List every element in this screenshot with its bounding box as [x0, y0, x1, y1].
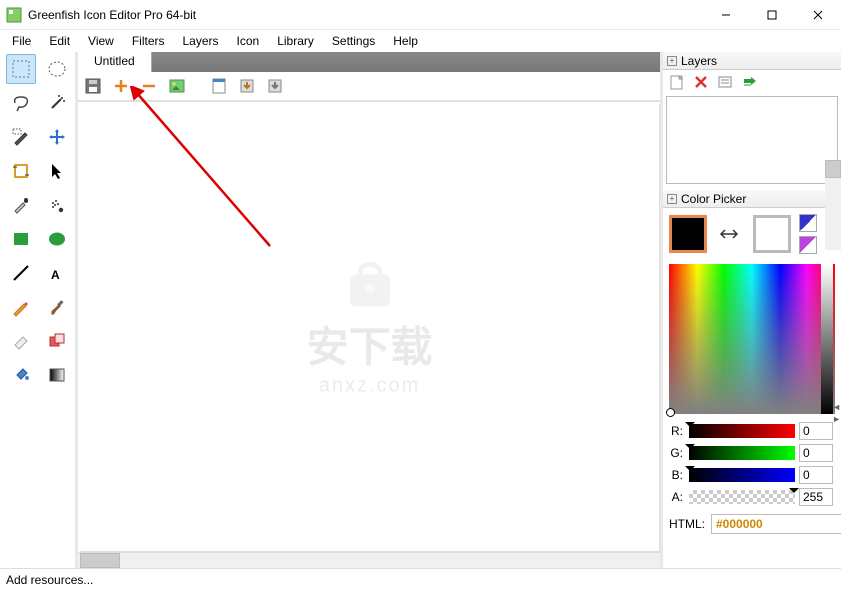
html-color-row: HTML: — [663, 510, 841, 538]
tool-spray[interactable] — [42, 190, 72, 220]
page-icon[interactable] — [208, 75, 230, 97]
layers-label: Layers — [681, 54, 717, 68]
green-value[interactable] — [799, 444, 833, 462]
app-icon — [6, 7, 22, 23]
hue-saturation-picker[interactable] — [669, 264, 835, 414]
value-gradient[interactable] — [821, 264, 833, 414]
r-label: R: — [669, 424, 685, 438]
tool-brush[interactable] — [42, 292, 72, 322]
status-text: Add resources... — [6, 573, 93, 587]
watermark: 安下载 anxz.com — [306, 258, 432, 397]
tool-eyedropper[interactable] — [6, 190, 36, 220]
canvas[interactable]: 安下载 anxz.com — [80, 104, 660, 552]
expander-icon[interactable]: ◄► — [832, 402, 841, 424]
expand-icon[interactable]: + — [667, 194, 677, 204]
minimize-button[interactable] — [703, 0, 749, 29]
remove-icon[interactable] — [138, 75, 160, 97]
layer-list[interactable] — [666, 96, 838, 184]
tool-fill[interactable] — [6, 360, 36, 390]
alpha-value[interactable] — [799, 488, 833, 506]
tool-lasso[interactable] — [6, 88, 36, 118]
tool-move[interactable] — [42, 122, 72, 152]
svg-text:A: A — [51, 268, 60, 282]
color-picker-label: Color Picker — [681, 192, 746, 206]
alt-colors-icon[interactable] — [799, 236, 817, 254]
side-panels: + Layers + Color Picker — [660, 52, 841, 568]
delete-layer-icon[interactable] — [693, 74, 709, 93]
expand-icon[interactable]: + — [667, 56, 677, 66]
tool-rect[interactable] — [6, 224, 36, 254]
menu-file[interactable]: File — [4, 32, 39, 50]
menu-library[interactable]: Library — [269, 32, 322, 50]
tool-palette: A — [0, 52, 78, 568]
menu-settings[interactable]: Settings — [324, 32, 383, 50]
green-slider[interactable] — [689, 446, 795, 460]
rgba-sliders: R: G: B: A: — [663, 418, 841, 510]
menubar: File Edit View Filters Layers Icon Libra… — [0, 30, 841, 52]
horizontal-scrollbar[interactable] — [78, 552, 660, 568]
layer-toolbar — [663, 70, 841, 96]
red-value[interactable] — [799, 422, 833, 440]
tool-ellipse[interactable] — [42, 224, 72, 254]
menu-help[interactable]: Help — [385, 32, 426, 50]
tool-pencil[interactable] — [6, 292, 36, 322]
export-all-icon[interactable] — [264, 75, 286, 97]
menu-view[interactable]: View — [80, 32, 122, 50]
swap-colors-icon[interactable] — [715, 215, 745, 253]
blue-slider[interactable] — [689, 468, 795, 482]
tool-select-pencil[interactable] — [6, 122, 36, 152]
import-image-icon[interactable] — [166, 75, 188, 97]
red-slider[interactable] — [689, 424, 795, 438]
tool-magic-wand[interactable] — [42, 88, 72, 118]
menu-edit[interactable]: Edit — [41, 32, 78, 50]
export-icon[interactable] — [236, 75, 258, 97]
html-label: HTML: — [669, 517, 705, 531]
new-layer-icon[interactable] — [669, 74, 685, 93]
foreground-swatch[interactable] — [669, 215, 707, 253]
menu-layers[interactable]: Layers — [175, 32, 227, 50]
close-button[interactable] — [795, 0, 841, 29]
menu-icon[interactable]: Icon — [229, 32, 268, 50]
b-label: B: — [669, 468, 685, 482]
tool-line[interactable] — [6, 258, 36, 288]
tool-gradient[interactable] — [42, 360, 72, 390]
background-swatch[interactable] — [753, 215, 791, 253]
alpha-slider[interactable] — [689, 490, 795, 504]
tab-untitled[interactable]: Untitled — [78, 52, 152, 72]
html-color-input[interactable] — [711, 514, 841, 534]
color-swatches — [663, 208, 841, 260]
canvas-toolbar — [78, 72, 660, 102]
merge-layers-icon[interactable] — [741, 74, 757, 93]
center-area: Untitled 安下载 anxz.com — [78, 52, 660, 568]
default-colors-icon[interactable] — [799, 214, 817, 232]
tool-eraser[interactable] — [6, 326, 36, 356]
a-label: A: — [669, 490, 685, 504]
color-picker-header[interactable]: + Color Picker — [663, 190, 841, 208]
status-bar: Add resources... — [0, 568, 841, 590]
titlebar: Greenfish Icon Editor Pro 64-bit — [0, 0, 841, 30]
maximize-button[interactable] — [749, 0, 795, 29]
document-tabs: Untitled — [78, 52, 660, 72]
blue-value[interactable] — [799, 466, 833, 484]
panel-scrollbar[interactable] — [825, 160, 841, 250]
tool-crop[interactable] — [6, 156, 36, 186]
tool-clone[interactable] — [42, 326, 72, 356]
tool-text[interactable]: A — [42, 258, 72, 288]
g-label: G: — [669, 446, 685, 460]
add-icon[interactable] — [110, 75, 132, 97]
save-icon[interactable] — [82, 75, 104, 97]
layer-props-icon[interactable] — [717, 74, 733, 93]
window-title: Greenfish Icon Editor Pro 64-bit — [28, 8, 703, 22]
menu-filters[interactable]: Filters — [124, 32, 173, 50]
tool-rect-select[interactable] — [6, 54, 36, 84]
tool-pointer[interactable] — [42, 156, 72, 186]
layers-panel-header[interactable]: + Layers — [663, 52, 841, 70]
tool-ellipse-select[interactable] — [42, 54, 72, 84]
